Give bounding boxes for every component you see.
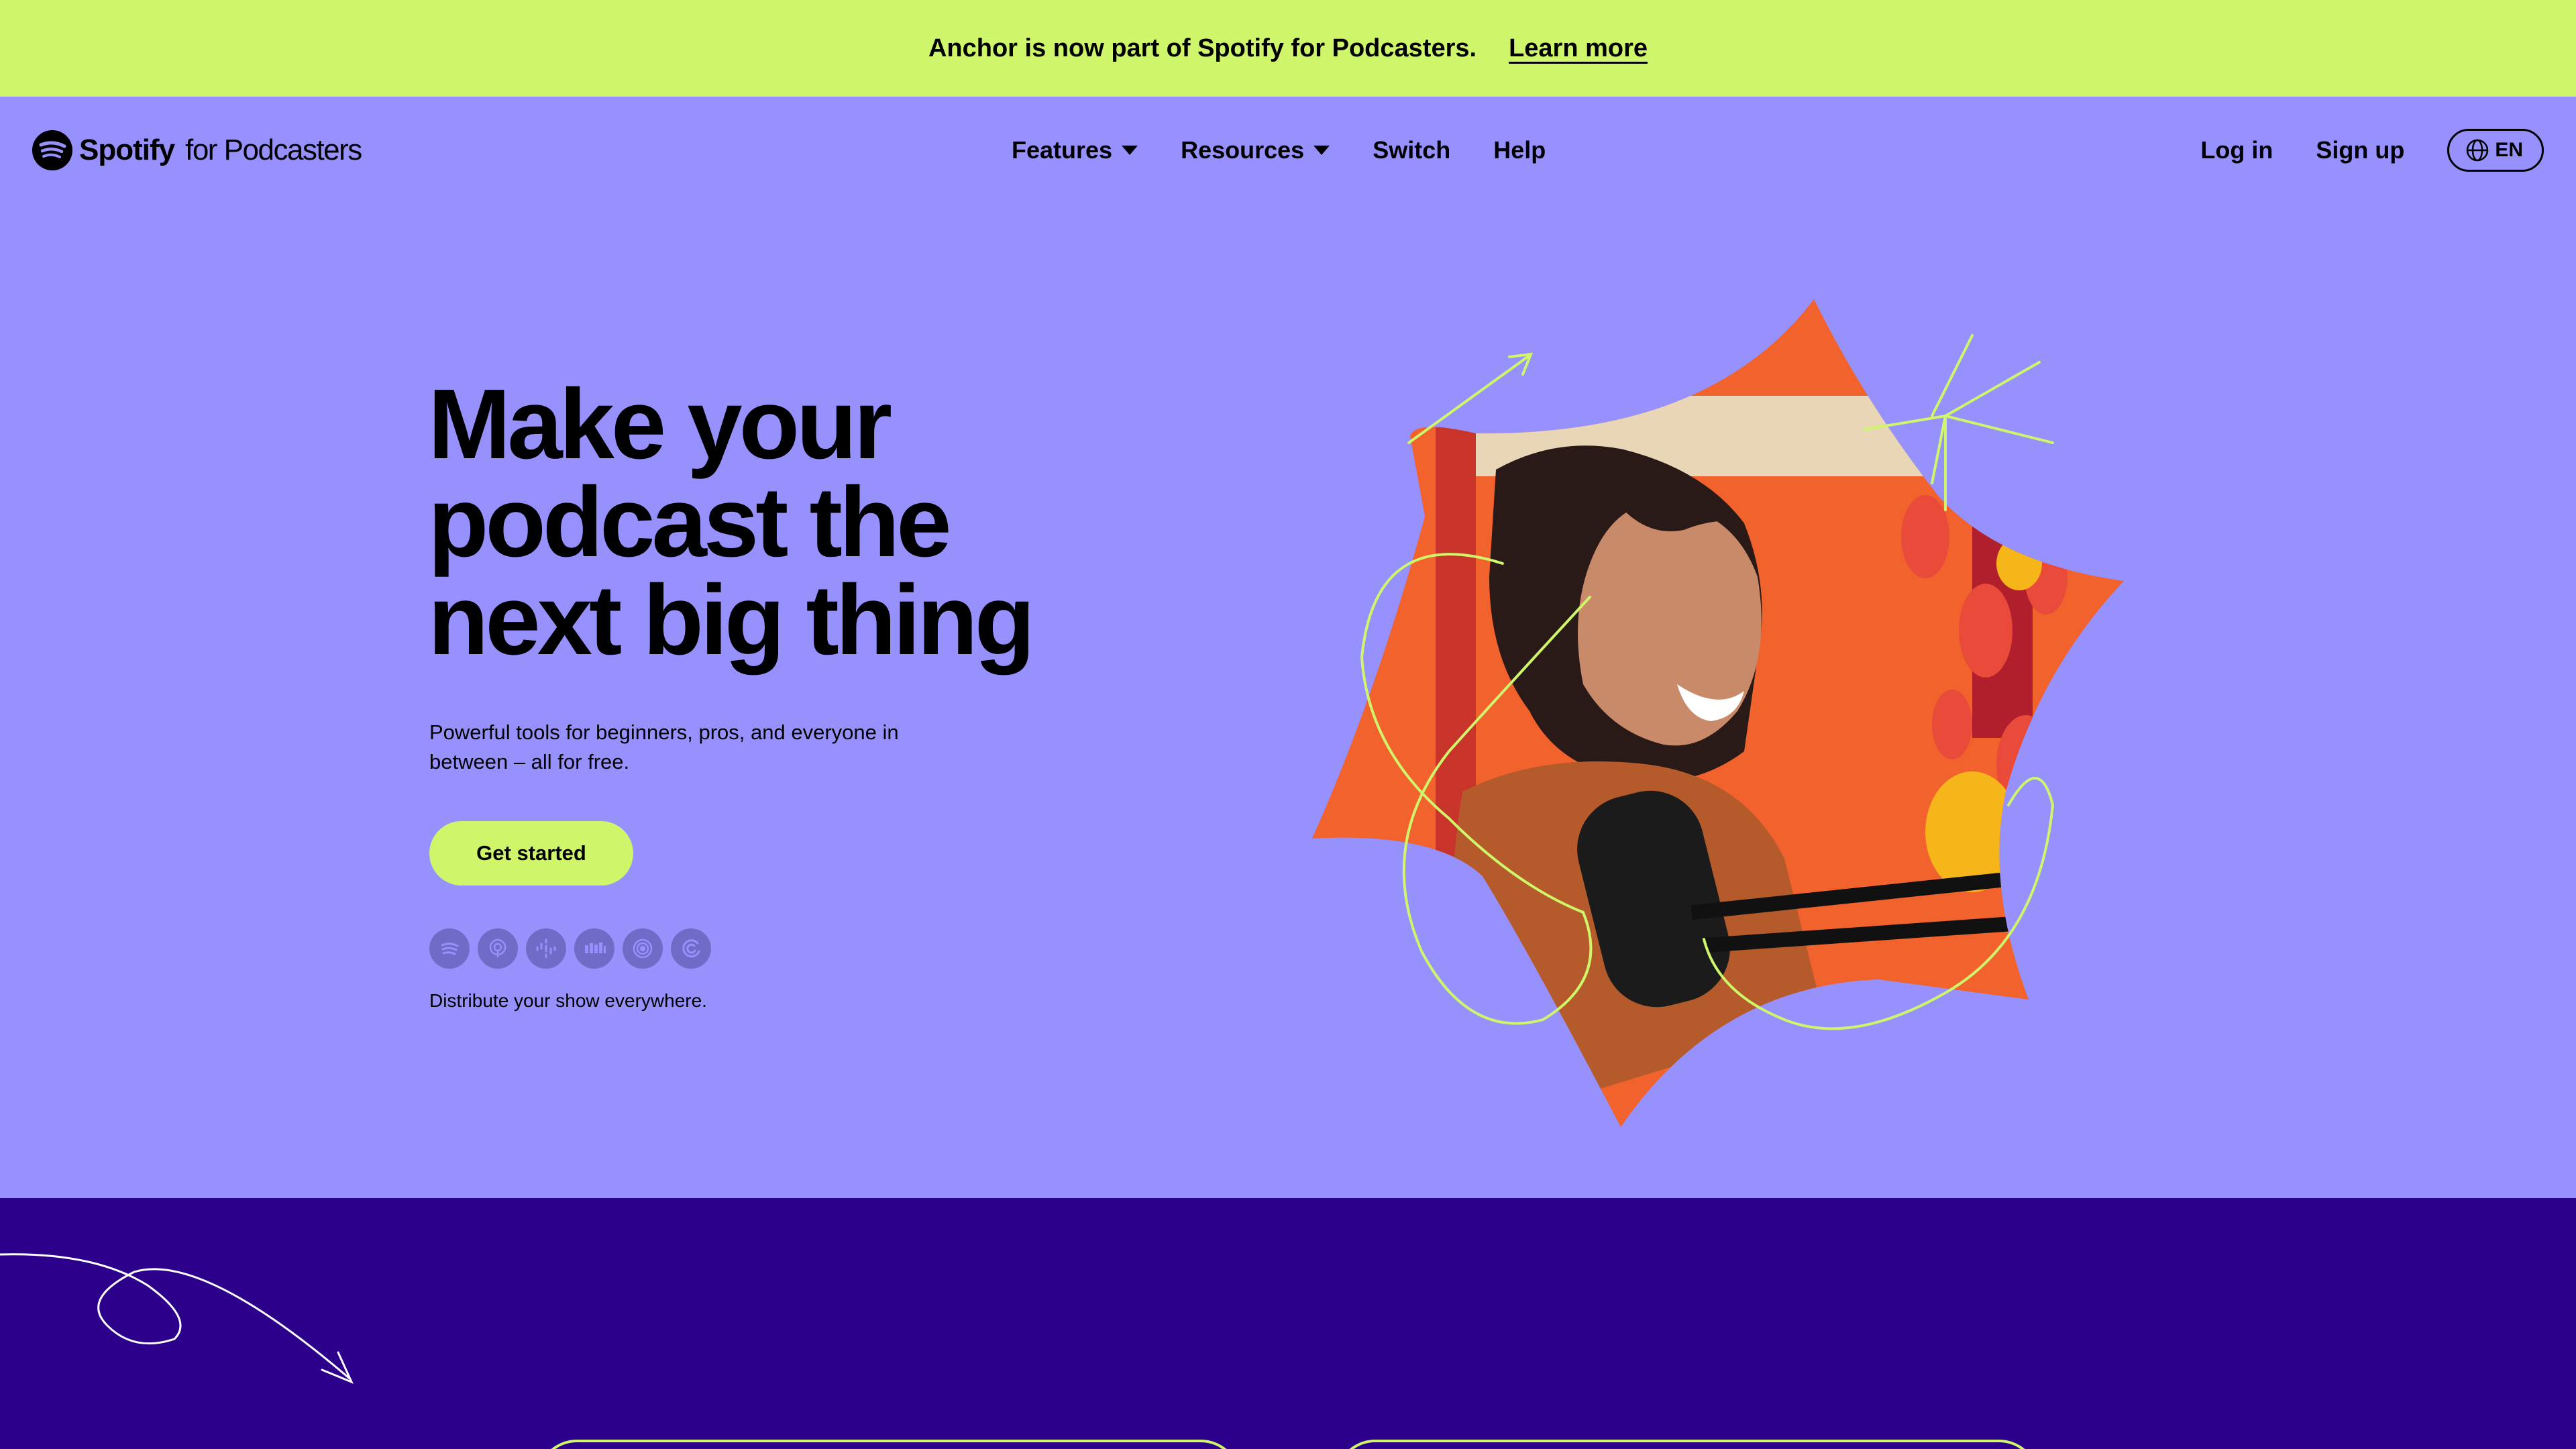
spotify-for-podcasters-logo[interactable]: Spotify for Podcasters xyxy=(31,127,362,173)
login-link[interactable]: Log in xyxy=(2200,136,2273,164)
pocket-casts-icon[interactable] xyxy=(623,928,663,969)
get-started-button[interactable]: Get started xyxy=(429,821,633,885)
nav-resources-label: Resources xyxy=(1181,136,1305,164)
nav-resources[interactable]: Resources xyxy=(1181,136,1330,164)
nav-help-label: Help xyxy=(1493,136,1546,164)
signup-link[interactable]: Sign up xyxy=(2316,136,2404,164)
caret-down-icon xyxy=(1122,146,1138,155)
hero-title-line: Make your xyxy=(428,369,892,480)
features-section xyxy=(0,1198,2576,1449)
hero-title-line: podcast the xyxy=(428,467,952,578)
nav-help[interactable]: Help xyxy=(1493,136,1546,164)
feature-card[interactable] xyxy=(537,1440,1241,1449)
stitcher-icon[interactable] xyxy=(574,928,614,969)
apple-podcasts-icon[interactable] xyxy=(478,928,518,969)
google-podcasts-icon[interactable] xyxy=(526,928,566,969)
nav-switch[interactable]: Switch xyxy=(1373,136,1450,164)
starburst-photo-frame xyxy=(1312,299,2124,1127)
distribute-caption: Distribute your show everywhere. xyxy=(429,990,707,1011)
logo-brand-text: Spotify xyxy=(79,133,175,166)
account-menu: Log in Sign up EN xyxy=(2200,127,2544,173)
logo-sub-text: for Podcasters xyxy=(185,133,362,166)
language-code: EN xyxy=(2495,139,2523,161)
nav-features-label: Features xyxy=(1012,136,1113,164)
spotify-logo-icon xyxy=(32,130,72,170)
decorative-arrow-squiggle xyxy=(0,1253,354,1384)
castbox-icon[interactable] xyxy=(671,928,711,969)
caret-down-icon xyxy=(1313,146,1330,155)
hero-title-line: next big thing xyxy=(428,565,1035,676)
hero-title: Make your podcast the next big thing xyxy=(428,369,1099,676)
feature-card[interactable] xyxy=(1335,1440,2039,1449)
top-navigation: Spotify for Podcasters Features Resource… xyxy=(0,97,2576,204)
hero-podcaster-illustration xyxy=(1312,299,2124,1127)
globe-icon xyxy=(2467,139,2489,162)
spotify-icon[interactable] xyxy=(429,928,470,969)
nav-switch-label: Switch xyxy=(1373,136,1451,164)
nav-features[interactable]: Features xyxy=(1012,136,1138,164)
announcement-banner: Anchor is now part of Spotify for Podcas… xyxy=(0,0,2576,97)
learn-more-link[interactable]: Learn more xyxy=(1509,34,1648,63)
language-selector[interactable]: EN xyxy=(2447,129,2544,172)
platform-icons xyxy=(429,928,711,969)
main-menu: Features Resources Switch Help xyxy=(1012,130,1546,170)
banner-text: Anchor is now part of Spotify for Podcas… xyxy=(928,34,1477,62)
hero-subtitle: Powerful tools for beginners, pros, and … xyxy=(429,720,899,773)
